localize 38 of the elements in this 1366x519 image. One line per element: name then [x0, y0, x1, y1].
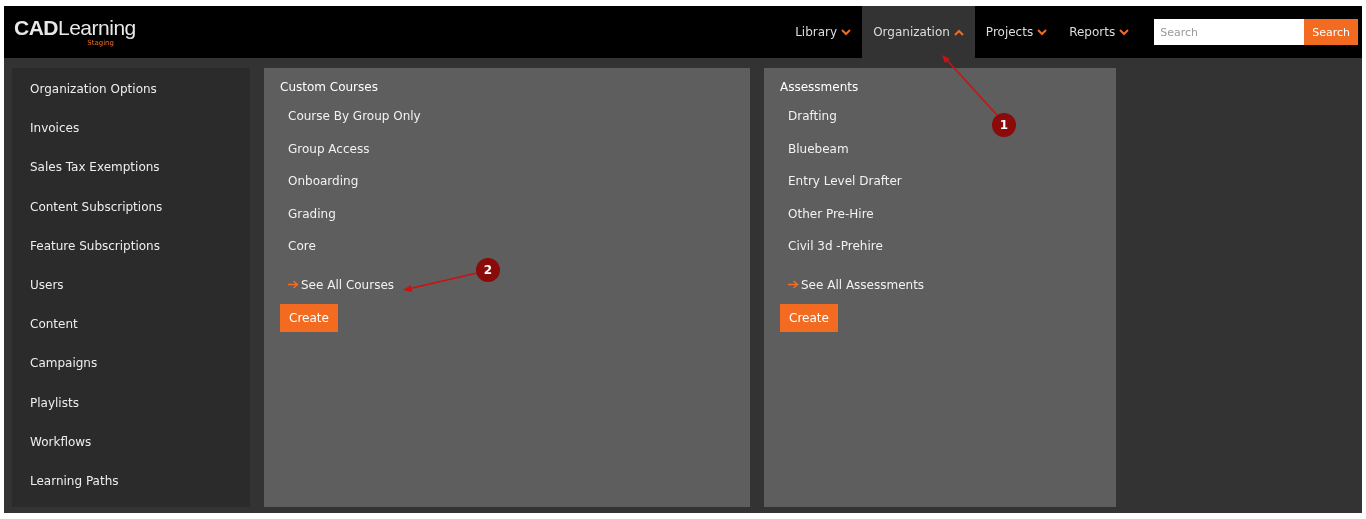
submenu-item[interactable]: Bluebeam: [788, 141, 849, 174]
see-all-link[interactable]: See All Assessments: [788, 271, 925, 298]
menu-item[interactable]: Campaigns: [12, 350, 250, 390]
menu-item[interactable]: Organization Options: [12, 76, 250, 116]
submenu-item[interactable]: Onboarding: [288, 174, 359, 207]
menu-item[interactable]: Content Subscriptions: [12, 193, 250, 233]
submenu-item[interactable]: Drafting: [788, 109, 837, 142]
submenu-item[interactable]: Entry Level Drafter: [788, 174, 902, 207]
caret-up-icon: [953, 28, 964, 36]
menu-item[interactable]: Playlists: [12, 389, 250, 429]
menu-item[interactable]: Feature Subscriptions: [12, 232, 250, 272]
submenu-item[interactable]: Grading: [288, 206, 336, 239]
caret-down-icon: [1119, 28, 1130, 36]
panel-title: Assessments: [780, 80, 859, 94]
menu-item[interactable]: Sales Tax Exemptions: [12, 154, 250, 194]
arrow-right-icon: [288, 280, 299, 289]
submenu-item[interactable]: Core: [288, 239, 316, 272]
search-field[interactable]: Search: [1154, 19, 1305, 45]
menu-item[interactable]: Learning Paths: [12, 467, 250, 508]
callout-arrow: [941, 55, 997, 115]
submenu-item[interactable]: Other Pre-Hire: [788, 206, 874, 239]
arrow-right-icon: [788, 280, 799, 289]
see-all-link[interactable]: See All Courses: [288, 271, 395, 298]
submenu-item[interactable]: Group Access: [288, 141, 370, 174]
menu-item[interactable]: Invoices: [12, 115, 250, 155]
menu-item[interactable]: Workflows: [12, 428, 250, 468]
caret-down-icon: [1037, 28, 1048, 36]
nav-menu-item[interactable]: Library: [784, 6, 863, 58]
submenu-item[interactable]: Civil 3d -Prehire: [788, 239, 883, 272]
submenu-item[interactable]: Course By Group Only: [288, 109, 421, 142]
logo[interactable]: CADLearning: [14, 17, 136, 38]
panel-title: Custom Courses: [280, 80, 378, 94]
nav-menu-item[interactable]: Projects: [974, 6, 1059, 58]
nav-menu-item[interactable]: Reports: [1058, 6, 1141, 58]
menu-item[interactable]: Content: [12, 311, 250, 351]
nav-menu-item[interactable]: Organization: [862, 6, 975, 58]
menu-item[interactable]: Users: [12, 271, 250, 312]
caret-down-icon: [841, 28, 852, 36]
